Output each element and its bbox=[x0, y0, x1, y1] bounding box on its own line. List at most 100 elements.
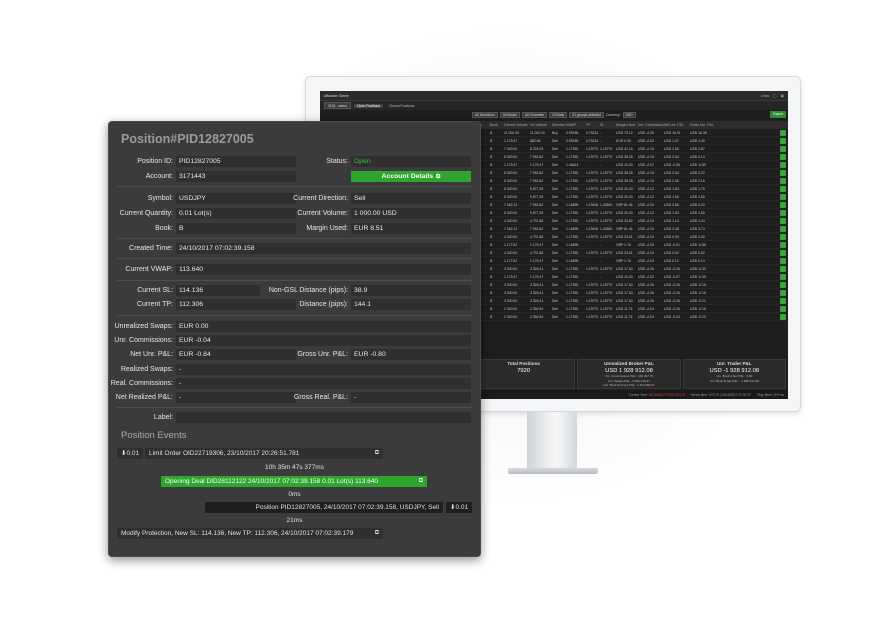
grid-row[interactable]: ...USDB11 000.0011 000.00Buy0.991880.701… bbox=[470, 129, 788, 137]
grid-row[interactable]: ...USDB4 000.004 701.88Sell1.179301.1977… bbox=[470, 233, 788, 241]
grid-cell: 1.19770 bbox=[586, 306, 599, 311]
grid-cell: B bbox=[490, 250, 493, 255]
grid-row[interactable]: ...USDB5 000.005 877.35Sell1.179301.1977… bbox=[470, 185, 788, 193]
row-check-icon[interactable] bbox=[780, 129, 786, 136]
limit-order-event[interactable]: Limit Order OID22719306, 23/10/2017 20:2… bbox=[145, 448, 383, 459]
grid-row[interactable]: ...USDB7 062.127 052.62Sell1.166981.1940… bbox=[470, 201, 788, 209]
grid-cell: 2 350.94 bbox=[530, 314, 544, 319]
row-check-icon[interactable] bbox=[780, 169, 786, 176]
grid-column-header[interactable]: Book bbox=[490, 123, 504, 127]
row-check-icon[interactable] bbox=[780, 137, 786, 144]
grid-cell: 1.17930 bbox=[566, 314, 579, 319]
row-check-icon[interactable] bbox=[780, 305, 786, 312]
grid-cell: 3 000.00 bbox=[504, 266, 518, 271]
row-check-icon[interactable] bbox=[780, 297, 786, 304]
label-input[interactable] bbox=[176, 412, 471, 423]
grid-row[interactable]: ...USDB3 000.003 526.41Sell1.179301.1977… bbox=[470, 297, 788, 305]
grid-cell: USD 10.00 bbox=[616, 162, 633, 167]
account-details-button[interactable]: Account Details ⧉ bbox=[351, 171, 471, 182]
row-check-icon[interactable] bbox=[780, 289, 786, 296]
row-check-icon[interactable] bbox=[780, 193, 786, 200]
opening-deal-event[interactable]: Opening Deal DID28112122 24/10/2017 07:0… bbox=[161, 476, 427, 487]
grid-column-header[interactable]: Unr. Commissions bbox=[638, 123, 664, 127]
grid-column-header[interactable]: Direction bbox=[552, 123, 566, 127]
position-details-panel: Position#PID12827005 Position ID: PID128… bbox=[108, 121, 481, 557]
grid-column-header[interactable]: VWAP bbox=[566, 123, 586, 127]
panel-title: Position#PID12827005 bbox=[121, 132, 254, 146]
flag-icon[interactable]: ▣ bbox=[781, 94, 784, 98]
grid-row[interactable]: ...USDB1 175.47882.46Sell0.991880.70131-… bbox=[470, 137, 788, 145]
filter-of-book[interactable]: Of Book bbox=[548, 111, 568, 118]
filter-directions[interactable]: All Directions bbox=[472, 111, 498, 118]
grid-column-header[interactable]: TP bbox=[586, 123, 600, 127]
grid-cell: 1.19770 bbox=[586, 234, 599, 239]
filter-channels[interactable]: All Channels bbox=[521, 111, 547, 118]
grid-row[interactable]: ...USDB1 177.621 175.47Sell1.16698--GBP … bbox=[470, 241, 788, 249]
grid-row[interactable]: ...USDB1 175.471 175.47Sell1.17930--USD … bbox=[470, 273, 788, 281]
filter-groups[interactable]: 21 groups selected bbox=[569, 111, 604, 118]
grid-cell: 1.19770 bbox=[600, 170, 613, 175]
grid-row[interactable]: ...USDB1 177.621 175.47Sell1.16698--GBP … bbox=[470, 257, 788, 265]
grid-row[interactable]: ...USDB6 000.007 052.62Sell1.179301.1977… bbox=[470, 153, 788, 161]
grid-cell: USD 1.65 bbox=[690, 194, 705, 199]
grid-cell: USD -0.12 bbox=[638, 186, 654, 191]
row-check-icon[interactable] bbox=[780, 217, 786, 224]
row-check-icon[interactable] bbox=[780, 225, 786, 232]
grid-cell: USD 0.14 bbox=[690, 258, 705, 263]
grid-column-header[interactable]: SL bbox=[600, 123, 616, 127]
grid-row[interactable]: ...USDB3 000.003 526.41Sell1.179301.1977… bbox=[470, 281, 788, 289]
grid-row[interactable]: ...USDB3 000.003 526.41Sell1.179301.1977… bbox=[470, 265, 788, 273]
grid-row[interactable]: ...USDB7 000.008 225.29Sell1.179301.1977… bbox=[470, 145, 788, 153]
grid-row[interactable]: ...USDB3 000.003 526.41Sell1.179301.1977… bbox=[470, 289, 788, 297]
row-check-icon[interactable] bbox=[780, 153, 786, 160]
grid-row[interactable]: ...USDB2 000.002 350.94Sell1.179301.1977… bbox=[470, 305, 788, 313]
export-button[interactable]: Export bbox=[770, 111, 786, 118]
row-check-icon[interactable] bbox=[780, 185, 786, 192]
grid-cell: - bbox=[586, 162, 588, 167]
row-check-icon[interactable] bbox=[780, 201, 786, 208]
grid-cell: 1.19406 bbox=[586, 202, 599, 207]
grid-row[interactable]: ...USDB5 000.005 877.35Sell1.179301.1977… bbox=[470, 209, 788, 217]
row-check-icon[interactable] bbox=[780, 209, 786, 216]
currency-select[interactable]: USD bbox=[622, 111, 636, 118]
grid-cell: USD 2.22 bbox=[690, 170, 705, 175]
window-icon[interactable]: ▢ bbox=[773, 94, 776, 98]
grid-column-header[interactable]: Current Volume bbox=[504, 123, 530, 127]
grid-row[interactable]: ...USDB4 000.004 701.88Sell1.179301.1977… bbox=[470, 217, 788, 225]
grid-cell: 4 000.00 bbox=[504, 234, 518, 239]
grid-cell: B bbox=[490, 218, 493, 223]
tab-closed-positions[interactable]: Closed Positions bbox=[386, 104, 417, 108]
grid-column-header[interactable]: Gross Unr. P&L bbox=[690, 123, 716, 127]
distance-sl-value: 38.9 bbox=[351, 285, 471, 296]
row-check-icon[interactable] bbox=[780, 257, 786, 264]
row-check-icon[interactable] bbox=[780, 177, 786, 184]
grid-column-header[interactable]: Vol Volume bbox=[530, 123, 552, 127]
row-check-icon[interactable] bbox=[780, 249, 786, 256]
real-commissions-value: - bbox=[176, 378, 471, 389]
row-check-icon[interactable] bbox=[780, 281, 786, 288]
grid-row[interactable]: ...USDB5 000.005 877.35Sell1.179301.1977… bbox=[470, 193, 788, 201]
grid-row[interactable]: ...USDB2 000.002 350.94Sell1.179301.1977… bbox=[470, 313, 788, 321]
grid-row[interactable]: ...USDB6 000.007 052.62Sell1.179301.1977… bbox=[470, 177, 788, 185]
grid-row[interactable]: ...USDB6 000.007 052.62Sell1.179301.1977… bbox=[470, 169, 788, 177]
row-check-icon[interactable] bbox=[780, 241, 786, 248]
links-menu[interactable]: Links bbox=[761, 94, 769, 98]
tab-open-positions[interactable]: Open Positions bbox=[354, 103, 384, 108]
modify-protection-event[interactable]: Modify Protection, New SL: 114.136, New … bbox=[117, 528, 383, 539]
grid-cell: USD -0.06 bbox=[638, 290, 654, 295]
grid-row[interactable]: ...USDB7 062.127 052.62Sell1.166981.1940… bbox=[470, 225, 788, 233]
margin-used-label: Margin Used: bbox=[306, 225, 348, 232]
grid-column-header[interactable]: Margin Used bbox=[616, 123, 638, 127]
grid-row[interactable]: ...USDB4 000.004 701.88Sell1.179301.1977… bbox=[470, 249, 788, 257]
account-select[interactable]: 3101 - demo bbox=[324, 102, 352, 109]
row-check-icon[interactable] bbox=[780, 233, 786, 240]
row-check-icon[interactable] bbox=[780, 161, 786, 168]
grid-row[interactable]: ...USDB1 175.471 175.47Sell1.46614--USD … bbox=[470, 161, 788, 169]
row-check-icon[interactable] bbox=[780, 273, 786, 280]
grid-column-header[interactable]: Net Unr. P&L bbox=[664, 123, 690, 127]
row-check-icon[interactable] bbox=[780, 145, 786, 152]
row-check-icon[interactable] bbox=[780, 265, 786, 272]
filter-books[interactable]: All Books bbox=[499, 111, 520, 118]
row-check-icon[interactable] bbox=[780, 313, 786, 320]
grid-cell: 1.17930 bbox=[566, 194, 579, 199]
